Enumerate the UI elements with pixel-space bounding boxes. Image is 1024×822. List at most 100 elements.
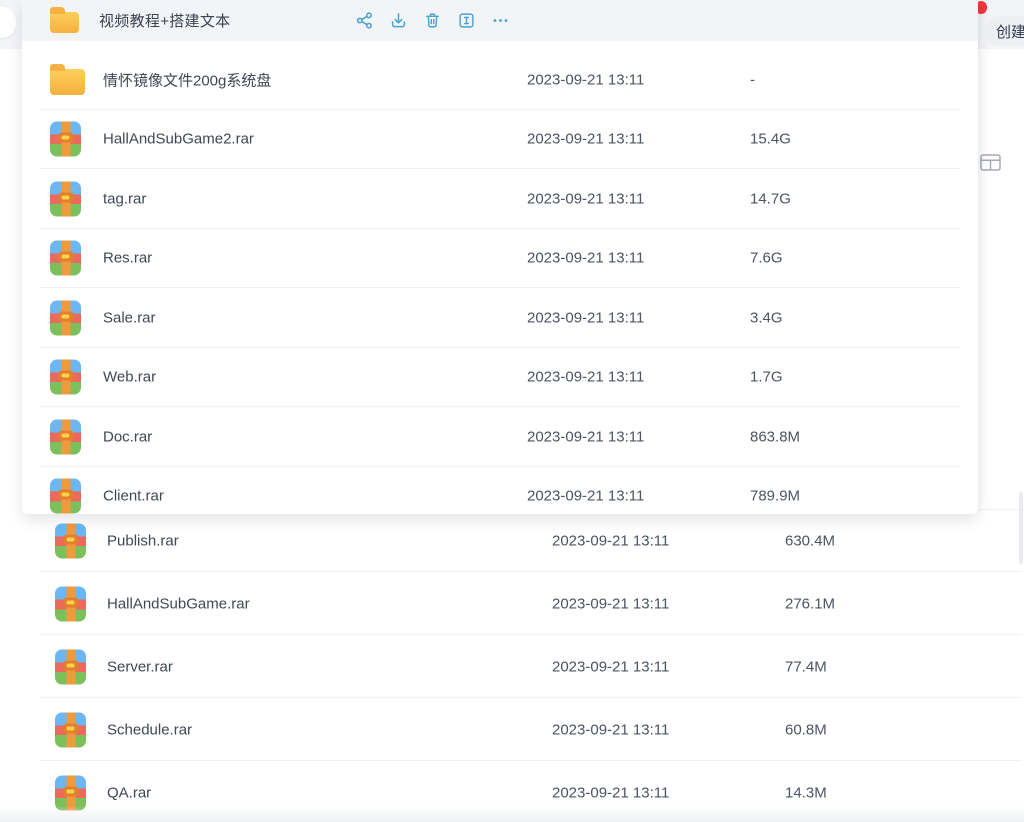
file-row[interactable]: Publish.rar 2023-09-21 13:11 630.4M — [0, 509, 1024, 572]
rar-icon-shape — [55, 775, 86, 810]
more-icon[interactable] — [491, 11, 510, 30]
file-row[interactable]: Schedule.rar 2023-09-21 13:11 60.8M — [0, 698, 1024, 761]
rar-archive-icon — [50, 419, 81, 454]
rar-buckle-slot — [67, 537, 75, 541]
rar-archive-icon — [50, 181, 81, 216]
file-size: 630.4M — [785, 532, 835, 549]
file-name: HallAndSubGame.rar — [107, 595, 250, 612]
rar-buckle-slot — [62, 433, 70, 437]
rar-buckle-slot — [67, 600, 75, 604]
rar-buckle-slot — [62, 493, 70, 497]
download-icon[interactable] — [389, 11, 408, 30]
rar-buckle — [63, 786, 78, 796]
file-row[interactable]: Doc.rar2023-09-21 13:11863.8M — [22, 407, 978, 467]
file-row[interactable]: Client.rar2023-09-21 13:11789.9M — [22, 467, 978, 515]
file-name: Sale.rar — [103, 309, 156, 326]
file-date: 2023-09-21 13:11 — [552, 595, 669, 612]
rar-archive-icon — [50, 479, 81, 514]
file-name: Doc.rar — [103, 428, 152, 445]
file-row[interactable]: 情怀镜像文件200g系统盘 2023-09-21 13:11 - — [22, 50, 978, 110]
file-date: 2023-09-21 13:11 — [527, 488, 644, 505]
rar-buckle — [58, 490, 73, 500]
file-row[interactable]: Web.rar 2023-09-21 13:11 1.7G — [22, 348, 978, 408]
rar-archive-icon — [55, 775, 86, 810]
selection-toolbar — [355, 0, 510, 41]
panel-file-list: 情怀镜像文件200g系统盘 2023-09-21 13:11 - HallAndSub… — [22, 50, 978, 514]
file-row[interactable]: HallAndSubGame.rar2023-09-21 13:11276.1M — [0, 572, 1024, 635]
background-file-list: Publish.rar 2023-09-21 13:11 630.4M HallAnd… — [0, 509, 1024, 822]
rar-buckle — [58, 252, 73, 262]
rar-archive-icon — [50, 360, 81, 395]
file-name: Publish.rar — [107, 532, 179, 549]
file-row[interactable]: Res.rar2023-09-21 13:117.6G — [22, 229, 978, 289]
file-row[interactable]: Sale.rar 2023-09-21 13:11 3.4G — [22, 288, 978, 348]
file-name: Res.rar — [103, 250, 152, 267]
rar-archive-icon — [50, 300, 81, 335]
file-date: 2023-09-21 13:11 — [552, 532, 669, 549]
rar-buckle-slot — [62, 374, 70, 378]
rar-buckle-slot — [62, 255, 70, 259]
rar-buckle-slot — [67, 663, 75, 667]
rar-icon-shape — [50, 419, 81, 454]
file-row[interactable]: tag.rar 2023-09-21 13:11 14.7G — [22, 169, 978, 229]
rar-buckle-slot — [67, 726, 75, 730]
rar-buckle — [63, 597, 78, 607]
folder-icon — [50, 65, 85, 95]
share-icon[interactable] — [355, 11, 374, 30]
file-row[interactable]: HallAndSubGame2.rar2023-09-21 13:1115.4G — [22, 110, 978, 170]
file-name: Client.rar — [103, 488, 164, 505]
rar-icon-shape — [50, 241, 81, 276]
rar-buckle — [58, 133, 73, 143]
rar-icon-shape — [55, 649, 86, 684]
file-date: 2023-09-21 13:11 — [527, 369, 644, 386]
file-name: QA.rar — [107, 784, 151, 801]
create-button[interactable]: 创建 — [985, 16, 1024, 46]
rar-icon-shape — [50, 479, 81, 514]
file-date: 2023-09-21 13:11 — [552, 784, 669, 801]
file-date: 2023-09-21 13:11 — [552, 658, 669, 675]
grid-view-icon[interactable] — [980, 153, 1004, 175]
rar-buckle — [58, 371, 73, 381]
file-size: 14.7G — [750, 190, 791, 207]
file-size: - — [750, 71, 755, 88]
file-date: 2023-09-21 13:11 — [527, 309, 644, 326]
file-size: 3.4G — [750, 309, 783, 326]
rar-icon-shape — [55, 586, 86, 621]
rar-buckle — [63, 534, 78, 544]
rar-buckle — [58, 311, 73, 321]
rar-buckle-slot — [62, 195, 70, 199]
file-size: 77.4M — [785, 658, 827, 675]
file-row[interactable]: Server.rar 2023-09-21 13:11 77.4M — [0, 635, 1024, 698]
rar-buckle — [58, 430, 73, 440]
file-name: HallAndSubGame2.rar — [103, 131, 254, 148]
file-name: Server.rar — [107, 658, 173, 675]
rar-buckle-slot — [62, 314, 70, 318]
folder-icon-shape — [50, 69, 85, 95]
file-size: 15.4G — [750, 131, 791, 148]
rename-icon[interactable] — [457, 11, 476, 30]
file-date: 2023-09-21 13:11 — [527, 428, 644, 445]
rar-icon-shape — [50, 122, 81, 157]
rar-buckle — [63, 723, 78, 733]
file-size: 60.8M — [785, 721, 827, 738]
file-name: Schedule.rar — [107, 721, 192, 738]
scrollbar-thumb[interactable] — [1019, 492, 1023, 564]
file-size: 1.7G — [750, 369, 783, 386]
file-name: 情怀镜像文件200g系统盘 — [103, 69, 271, 90]
delete-icon[interactable] — [423, 11, 442, 30]
rar-archive-icon — [55, 523, 86, 558]
rar-archive-icon — [50, 122, 81, 157]
file-date: 2023-09-21 13:11 — [552, 721, 669, 738]
rar-archive-icon — [55, 712, 86, 747]
rar-archive-icon — [55, 586, 86, 621]
panel-header: 视频教程+搭建文本 — [22, 0, 978, 41]
file-date: 2023-09-21 13:11 — [527, 71, 644, 88]
rar-icon-shape — [50, 181, 81, 216]
rar-buckle-slot — [67, 789, 75, 793]
file-name: tag.rar — [103, 190, 146, 207]
file-date: 2023-09-21 13:11 — [527, 190, 644, 207]
bottom-edge-fade — [0, 806, 1024, 822]
file-name: Web.rar — [103, 369, 156, 386]
rar-archive-icon — [50, 241, 81, 276]
rar-icon-shape — [50, 300, 81, 335]
